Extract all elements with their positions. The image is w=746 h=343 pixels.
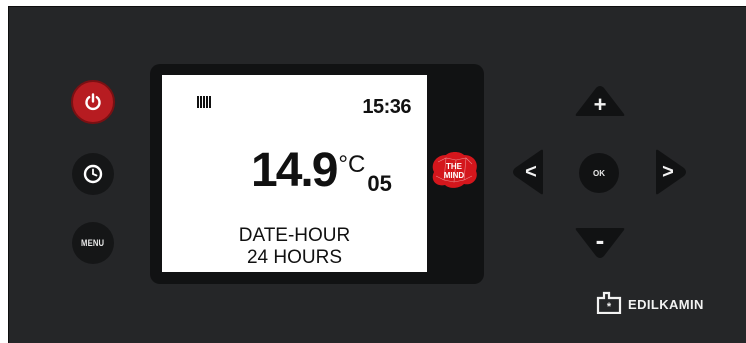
- menu-button[interactable]: MENU: [72, 222, 114, 264]
- clock-icon: [83, 164, 103, 184]
- the-mind-logo: THE MIND: [432, 152, 477, 188]
- temperature-unit: °C: [338, 151, 366, 178]
- left-label: <: [525, 160, 537, 183]
- menu-item-title: DATE-HOUR: [238, 225, 351, 246]
- logo-text-the: THE: [446, 162, 463, 171]
- edilkamin-logo-icon: *: [596, 291, 622, 314]
- brand-logo: * EDILKAMIN: [596, 290, 704, 314]
- minus-label: -: [595, 224, 605, 255]
- right-label: >: [662, 160, 674, 183]
- plus-label: +: [593, 92, 607, 117]
- right-button[interactable]: >: [654, 148, 688, 196]
- menu-item-subtitle: 24 HOURS: [246, 247, 343, 268]
- heater-icon: [197, 96, 211, 108]
- time-display: 15:36: [362, 96, 411, 118]
- decrease-button[interactable]: -: [574, 224, 626, 260]
- temperature-value: 14.9: [251, 144, 338, 197]
- menu-label: MENU: [81, 238, 105, 248]
- ok-button[interactable]: OK: [579, 153, 619, 193]
- temperature-suffix: 05: [367, 171, 392, 196]
- power-button[interactable]: [71, 80, 115, 124]
- temperature-readout: 14.9°C05: [251, 143, 392, 203]
- ok-label: OK: [593, 168, 605, 178]
- logo-text-mind: MIND: [444, 171, 465, 180]
- power-icon: [85, 93, 101, 111]
- left-button[interactable]: <: [511, 148, 545, 196]
- svg-text:*: *: [607, 301, 612, 313]
- clock-button[interactable]: [72, 153, 114, 195]
- increase-button[interactable]: +: [574, 84, 626, 118]
- lcd-display: 15:36 14.9°C05 DATE-HOUR 24 HOURS: [162, 75, 427, 272]
- brand-name: EDILKAMIN: [628, 297, 704, 312]
